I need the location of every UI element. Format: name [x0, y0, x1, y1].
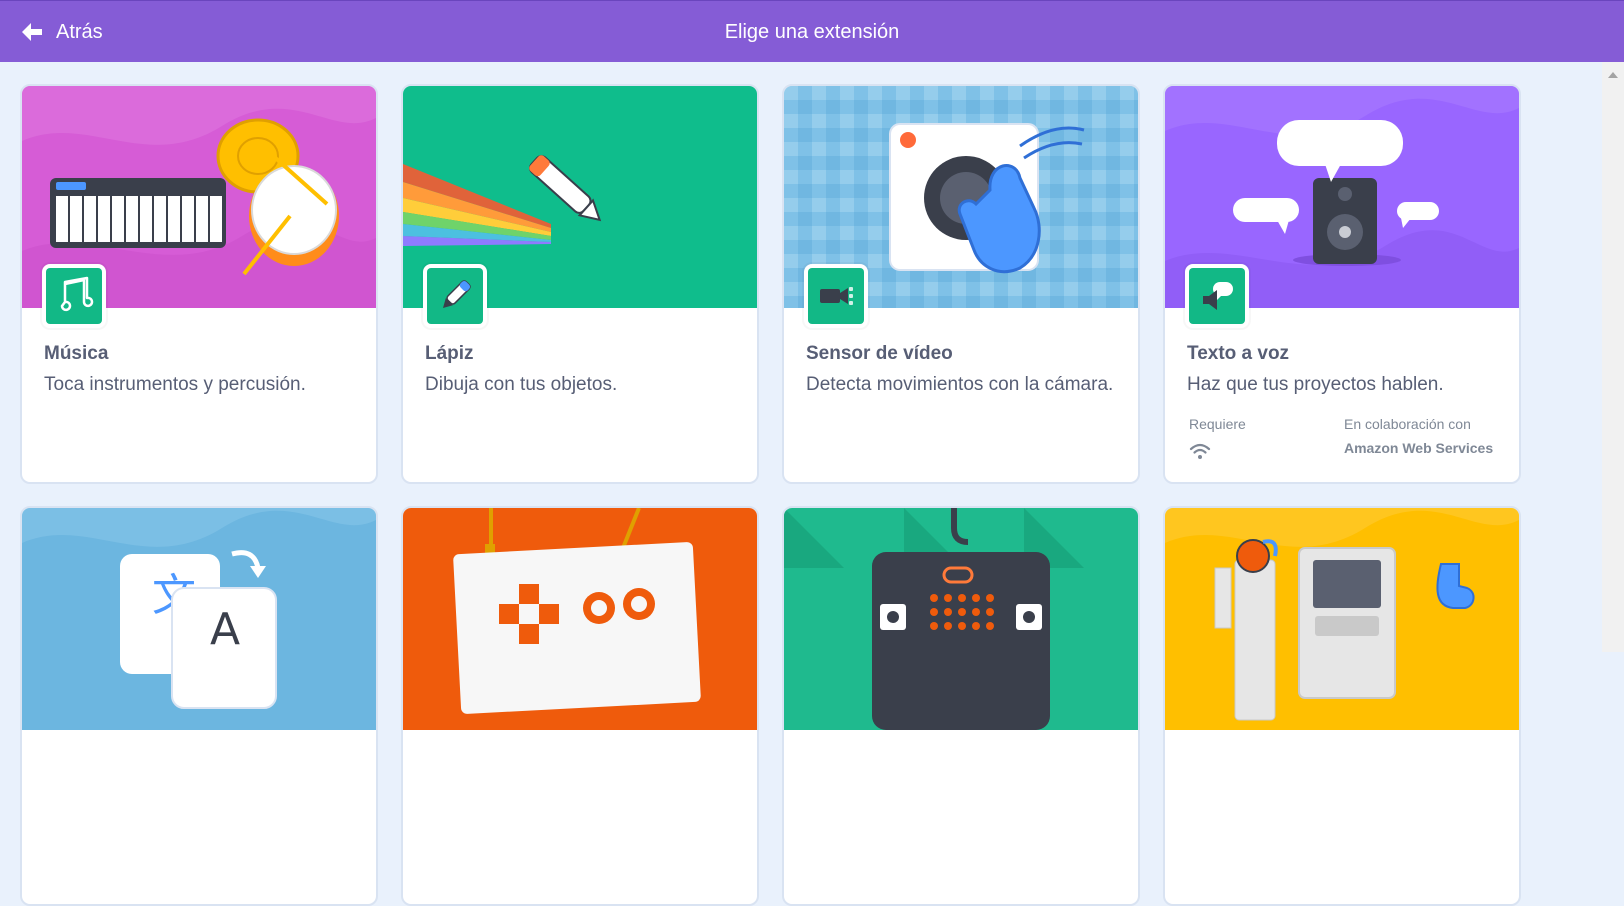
collaboration-label: En colaboración con [1344, 416, 1471, 432]
music-notes-icon [60, 276, 94, 312]
extension-description: Toca instrumentos y percusión. [44, 374, 306, 395]
back-button[interactable]: Atrás [20, 1, 103, 63]
extension-name: Sensor de vídeo [806, 343, 953, 364]
extension-card-pen[interactable]: Lápiz Dibuja con tus objetos. [401, 84, 759, 484]
extension-name: Texto a voz [1187, 343, 1290, 364]
back-label: Atrás [56, 20, 103, 43]
extension-icon-frame [423, 264, 487, 328]
extension-icon-frame [1185, 264, 1249, 328]
scrollbar[interactable] [1602, 62, 1624, 652]
extension-name: Lápiz [425, 343, 474, 364]
svg-text:A: A [210, 604, 240, 655]
extension-name: Música [44, 343, 109, 364]
extension-card-lego[interactable] [1163, 506, 1521, 906]
wifi-icon [1189, 443, 1211, 459]
extension-banner [403, 508, 757, 730]
extension-description: Haz que tus proyectos hablen. [1187, 374, 1444, 395]
video-camera-icon [820, 287, 853, 305]
extension-icon-frame [42, 264, 106, 328]
requires-label: Requiere [1189, 416, 1246, 432]
extension-banner: 文 A [22, 508, 376, 730]
extension-card-makey[interactable] [401, 506, 759, 906]
extension-card-microbit[interactable] [782, 506, 1140, 906]
pen-icon [442, 280, 471, 309]
extension-card-music[interactable]: Música Toca instrumentos y percusión. [20, 84, 378, 484]
speech-icon [1203, 282, 1233, 310]
extension-grid: Música Toca instrumentos y percusión. Lá… [20, 84, 1581, 906]
extension-description: Dibuja con tus objetos. [425, 374, 618, 395]
extension-banner [1165, 508, 1519, 730]
extension-card-video-sensing[interactable]: Sensor de vídeo Detecta movimientos con … [782, 84, 1140, 484]
extension-card-translate[interactable]: 文 A [20, 506, 378, 906]
extension-icon-frame [804, 264, 868, 328]
arrow-left-icon [22, 23, 42, 41]
scroll-up-arrow-icon[interactable] [1608, 72, 1618, 78]
extension-description: Detecta movimientos con la cámara. [806, 374, 1114, 395]
extension-banner [784, 508, 1138, 730]
page-title: Elige una extensión [724, 21, 900, 43]
header-bar: Atrás Elige una extensión [0, 0, 1624, 62]
extension-card-text-to-speech[interactable]: Texto a voz Haz que tus proyectos hablen… [1163, 84, 1521, 484]
collaboration-value: Amazon Web Services [1344, 440, 1494, 456]
